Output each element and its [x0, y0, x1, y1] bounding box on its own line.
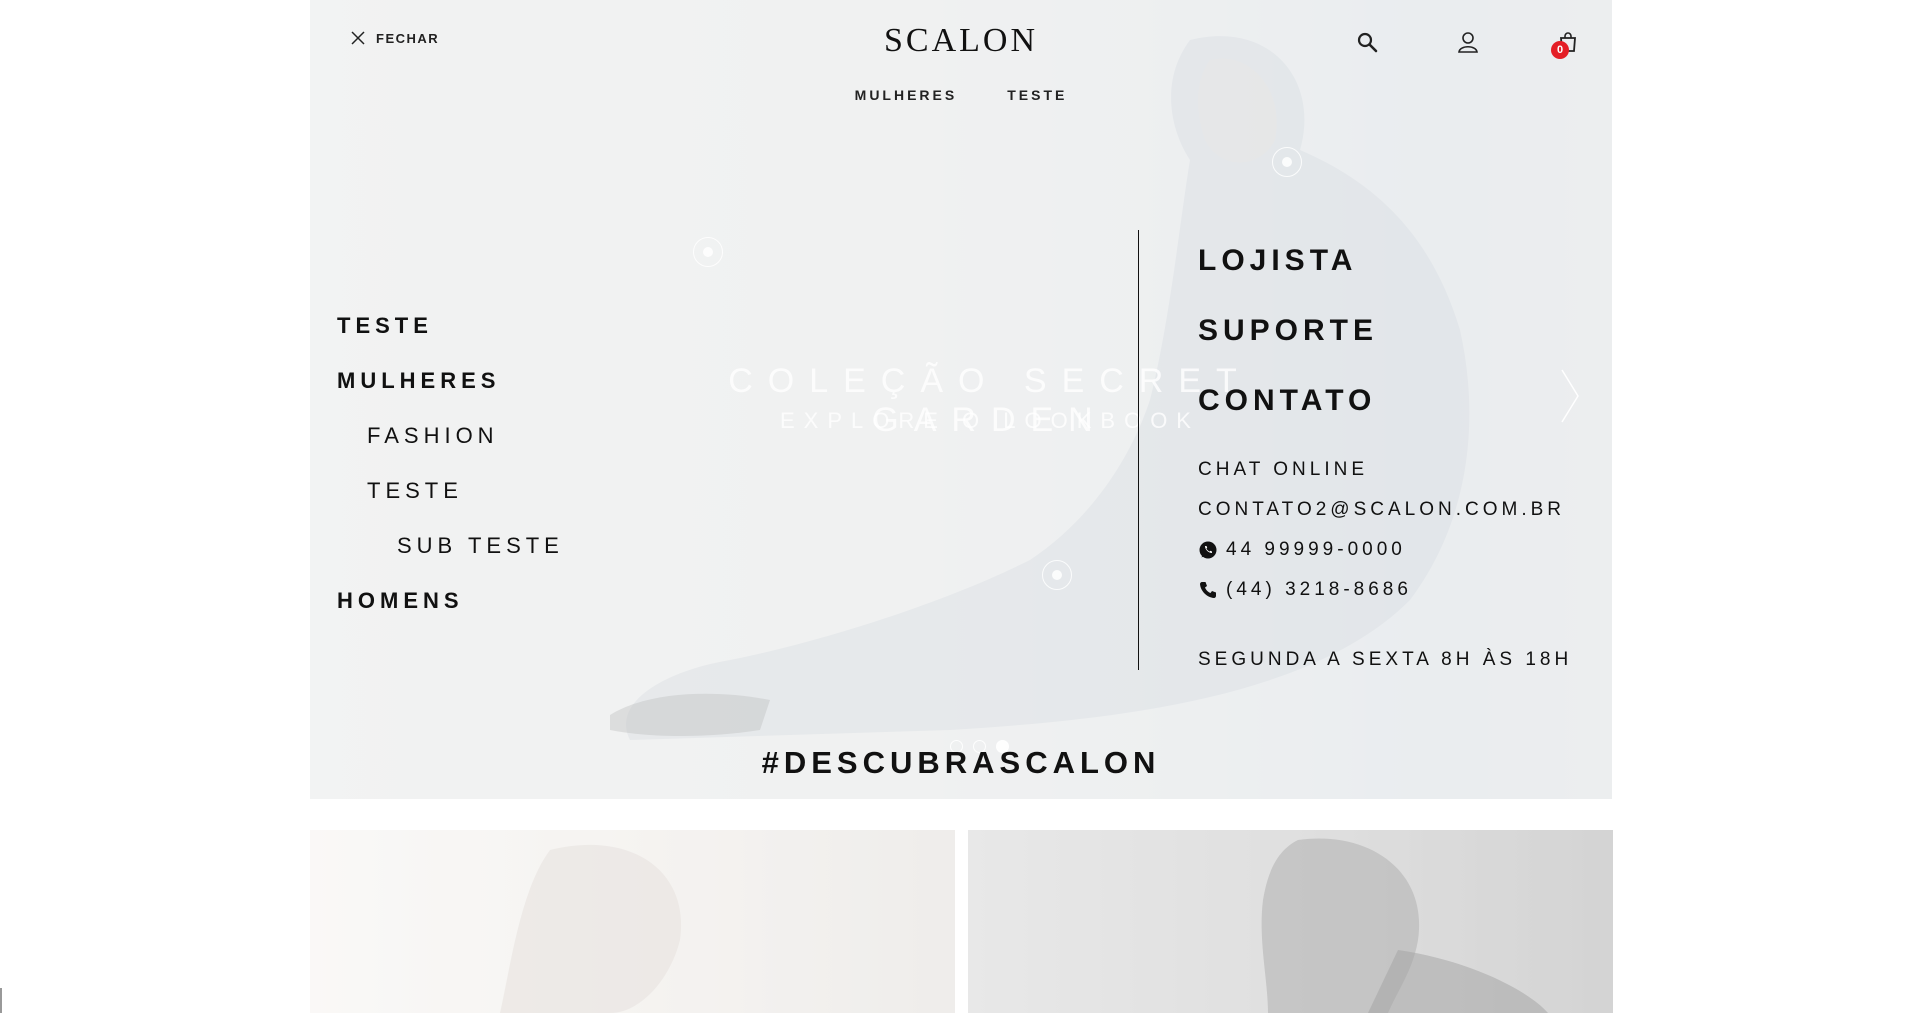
category-tile-women[interactable] [310, 830, 955, 1013]
menu-divider [1138, 230, 1139, 670]
top-nav-mulheres[interactable]: MULHERES [855, 87, 958, 103]
link-lojista[interactable]: LOJISTA [1198, 226, 1572, 296]
cart-count-badge: 0 [1551, 41, 1569, 59]
info-panel: LOJISTA SUPORTE CONTATO CHAT ONLINE CONT… [1198, 226, 1572, 680]
menu-item-teste[interactable]: TESTE [337, 298, 564, 353]
chat-online-link[interactable]: CHAT ONLINE [1198, 450, 1572, 490]
phone-link[interactable]: (44) 3218-8686 [1198, 570, 1572, 610]
user-icon[interactable] [1456, 30, 1480, 54]
menu-item-homens[interactable]: HOMENS [337, 573, 564, 628]
menu-item-teste-sub[interactable]: TESTE [337, 463, 564, 518]
lookbook-hotspot[interactable] [1272, 147, 1302, 177]
whatsapp-icon [1199, 541, 1217, 559]
site-header: FECHAR SCALON MULHERES TESTE 0 [310, 0, 1612, 110]
discover-hashtag: #DESCUBRASCALON [761, 745, 1161, 780]
link-contato[interactable]: CONTATO [1198, 366, 1572, 436]
scrollbar-thumb[interactable] [0, 988, 2, 1013]
menu-item-sub-teste[interactable]: SUB TESTE [337, 518, 564, 573]
business-hours: SEGUNDA A SEXTA 8H ÀS 18H [1198, 649, 1573, 670]
menu-item-mulheres[interactable]: MULHERES [337, 353, 564, 408]
whatsapp-number: 44 99999-0000 [1226, 539, 1406, 560]
lookbook-hotspot[interactable] [693, 237, 723, 267]
chat-online-label: CHAT ONLINE [1198, 459, 1368, 480]
tile-overlay [310, 830, 955, 1013]
lookbook-hotspot[interactable] [1042, 560, 1072, 590]
phone-icon [1200, 582, 1216, 598]
phone-number: (44) 3218-8686 [1226, 579, 1412, 600]
email-label: CONTATO2@SCALON.COM.BR [1198, 499, 1565, 520]
top-nav: MULHERES TESTE [310, 87, 1612, 103]
hero-banner: COLEÇÃO SECRET GARDEN EXPLORE O LOOKBOOK… [310, 0, 1612, 799]
category-tile-men[interactable] [968, 830, 1613, 1013]
top-nav-teste[interactable]: TESTE [1007, 87, 1067, 103]
email-link[interactable]: CONTATO2@SCALON.COM.BR [1198, 490, 1572, 530]
link-suporte[interactable]: SUPORTE [1198, 296, 1572, 366]
menu-item-fashion[interactable]: FASHION [337, 408, 564, 463]
tile-overlay [968, 830, 1613, 1013]
logo[interactable]: SCALON [310, 22, 1612, 60]
whatsapp-link[interactable]: 44 99999-0000 [1198, 530, 1572, 570]
side-menu: TESTE MULHERES FASHION TESTE SUB TESTE H… [337, 298, 564, 628]
search-icon[interactable] [1355, 30, 1379, 54]
